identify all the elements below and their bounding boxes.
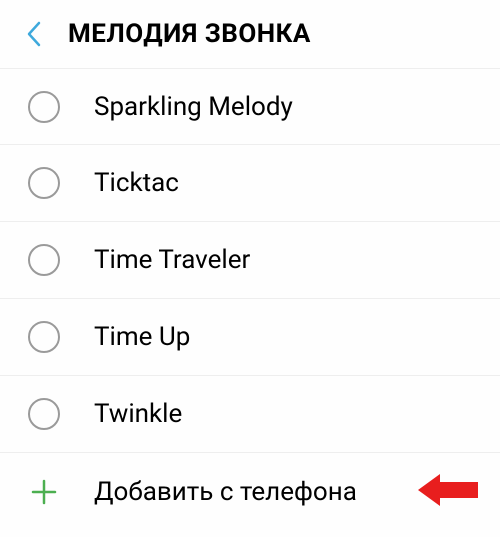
add-from-phone-button[interactable]: Добавить с телефона bbox=[0, 453, 500, 530]
ringtone-label: Time Traveler bbox=[94, 245, 250, 275]
add-from-phone-label: Добавить с телефона bbox=[94, 477, 357, 507]
radio-icon[interactable] bbox=[28, 398, 60, 430]
back-icon[interactable] bbox=[18, 19, 48, 49]
ringtone-item[interactable]: Twinkle bbox=[0, 376, 500, 453]
ringtone-label: Sparkling Melody bbox=[94, 92, 293, 122]
annotation-arrow-icon bbox=[418, 471, 478, 513]
radio-icon[interactable] bbox=[28, 167, 60, 199]
radio-icon[interactable] bbox=[28, 244, 60, 276]
radio-icon[interactable] bbox=[28, 91, 60, 123]
ringtone-label: Ticktac bbox=[94, 168, 179, 198]
ringtone-item[interactable]: Time Traveler bbox=[0, 222, 500, 299]
radio-icon[interactable] bbox=[28, 321, 60, 353]
ringtone-item[interactable]: Time Up bbox=[0, 299, 500, 376]
ringtone-list: Sparkling Melody Ticktac Time Traveler T… bbox=[0, 68, 500, 530]
ringtone-item[interactable]: Sparkling Melody bbox=[0, 68, 500, 145]
page-title: МЕЛОДИЯ ЗВОНКА bbox=[68, 19, 311, 49]
ringtone-label: Time Up bbox=[94, 322, 190, 352]
ringtone-label: Twinkle bbox=[94, 399, 182, 429]
header: МЕЛОДИЯ ЗВОНКА bbox=[0, 0, 500, 68]
plus-icon bbox=[28, 476, 60, 508]
ringtone-item[interactable]: Ticktac bbox=[0, 145, 500, 222]
